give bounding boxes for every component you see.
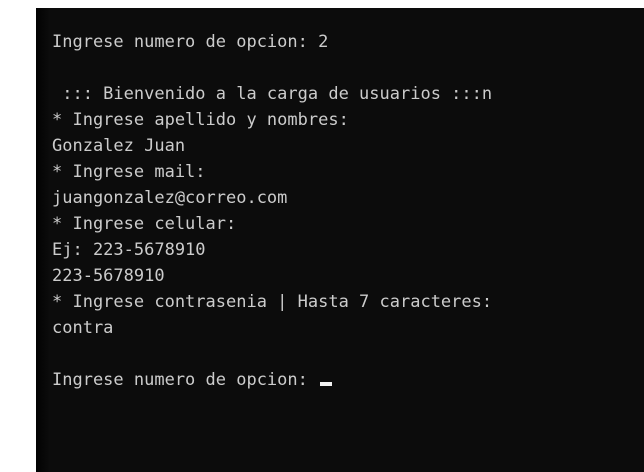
console-line-mail-prompt: * Ingrese mail: (52, 162, 206, 182)
console-output: Ingrese numero de opcion: 2 ::: Bienveni… (52, 29, 492, 393)
console-line-option-prompt: Ingrese numero de opcion: 2 (52, 32, 329, 52)
console-line-phone-example: Ej: 223-5678910 (52, 240, 206, 260)
console-line-blank-2 (52, 341, 492, 367)
console-line-password-prompt: * Ingrese contrasenia | Hasta 7 caracter… (52, 292, 493, 312)
console-input-prompt: Ingrese numero de opcion: (52, 370, 319, 390)
console-line-password-value: contra (52, 318, 114, 338)
block-cursor-icon (320, 382, 333, 386)
console-left-edge (36, 8, 50, 472)
console-line-name-prompt: * Ingrese apellido y nombres: (52, 110, 349, 130)
screenshot-frame: Ingrese numero de opcion: 2 ::: Bienveni… (0, 0, 644, 472)
console-window[interactable]: Ingrese numero de opcion: 2 ::: Bienveni… (36, 8, 644, 472)
console-line-welcome: ::: Bienvenido a la carga de usuarios ::… (52, 84, 493, 104)
console-input-line[interactable]: Ingrese numero de opcion: (52, 367, 492, 393)
console-line-phone-value: 223-5678910 (52, 266, 165, 286)
console-line-mail-value: juangonzalez@correo.com (52, 188, 288, 208)
console-line-name-value: Gonzalez Juan (52, 136, 186, 156)
console-line-phone-prompt: * Ingrese celular: (52, 214, 237, 234)
